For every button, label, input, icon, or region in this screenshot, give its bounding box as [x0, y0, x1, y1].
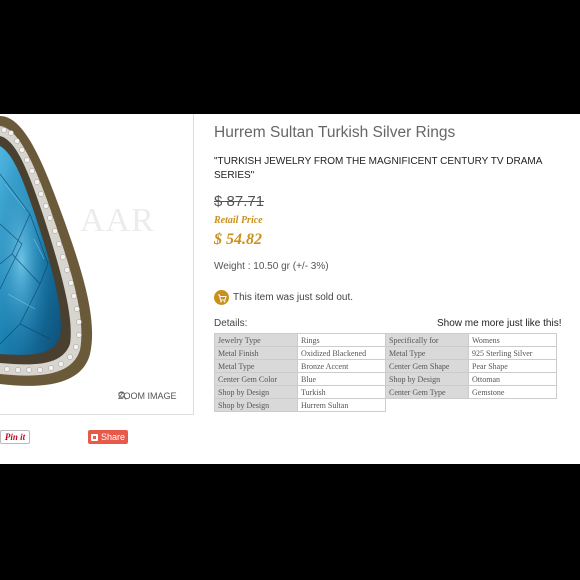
ring-image	[0, 116, 93, 386]
product-subtitle: "TURKISH JEWELRY FROM THE MAGNIFICENT CE…	[214, 156, 542, 181]
table-row: Metal Finish Oxidized Blackened Metal Ty…	[214, 346, 557, 360]
old-price: $ 87.71	[214, 193, 265, 210]
spec-key: Shop by Design	[214, 398, 298, 412]
spec-key: Specifically for	[385, 333, 469, 347]
current-price: $ 54.82	[214, 231, 262, 248]
watermark-text: AAR	[80, 202, 155, 239]
spec-key: Center Gem Color	[214, 372, 298, 386]
share-label: Share	[100, 432, 126, 442]
spec-value: Bronze Accent	[297, 359, 386, 373]
spec-value: Gemstone	[468, 385, 557, 399]
table-row: Center Gem Color Blue Shop by Design Ott…	[214, 372, 557, 386]
table-row: Shop by Design Turkish Center Gem Type G…	[214, 385, 557, 399]
spec-key: Center Gem Type	[385, 385, 469, 399]
pin-it-button[interactable]: Pin it	[0, 430, 30, 444]
spec-value: Oxidized Blackened	[297, 346, 386, 360]
zoom-image-link[interactable]: ZOOM IMAGE	[118, 391, 177, 401]
show-more-link[interactable]: Show me more just like this!	[437, 318, 562, 329]
product-image[interactable]: AAR ZOOM IMAGE	[0, 114, 194, 415]
sold-out-notice: This item was just sold out.	[214, 290, 353, 305]
specs-table: Jewelry Type Rings Specifically for Wome…	[214, 333, 557, 412]
spec-key: Center Gem Shape	[385, 359, 469, 373]
product-weight: Weight : 10.50 gr (+/- 3%)	[214, 261, 329, 272]
spec-value: Pear Shape	[468, 359, 557, 373]
share-icon	[90, 433, 98, 441]
spec-key: Shop by Design	[214, 385, 298, 399]
product-page: AAR ZOOM IMAGE Pin it Share Hurrem Sulta…	[0, 114, 580, 464]
table-row: Jewelry Type Rings Specifically for Wome…	[214, 333, 557, 347]
share-button[interactable]: Share	[88, 430, 128, 444]
spec-key: Jewelry Type	[214, 333, 298, 347]
spec-key: Shop by Design	[385, 372, 469, 386]
sold-out-text: This item was just sold out.	[233, 292, 354, 303]
table-row: Metal Type Bronze Accent Center Gem Shap…	[214, 359, 557, 373]
spec-value: 925 Sterling Silver	[468, 346, 557, 360]
spec-value: Rings	[297, 333, 386, 347]
magnifier-icon	[118, 391, 127, 400]
spec-key: Metal Type	[385, 346, 469, 360]
cart-icon	[214, 290, 229, 305]
spec-value: Hurrem Sultan	[297, 398, 386, 412]
spec-value: Blue	[297, 372, 386, 386]
table-row: Shop by Design Hurrem Sultan	[214, 398, 557, 412]
retail-price-label: Retail Price	[214, 215, 263, 226]
pin-it-label: Pin it	[4, 432, 26, 442]
spec-key: Metal Type	[214, 359, 298, 373]
spec-value: Womens	[468, 333, 557, 347]
spec-value: Turkish	[297, 385, 386, 399]
spec-value: Ottoman	[468, 372, 557, 386]
product-title: Hurrem Sultan Turkish Silver Rings	[214, 124, 456, 141]
spec-key: Metal Finish	[214, 346, 298, 360]
details-heading: Details:	[214, 318, 248, 329]
